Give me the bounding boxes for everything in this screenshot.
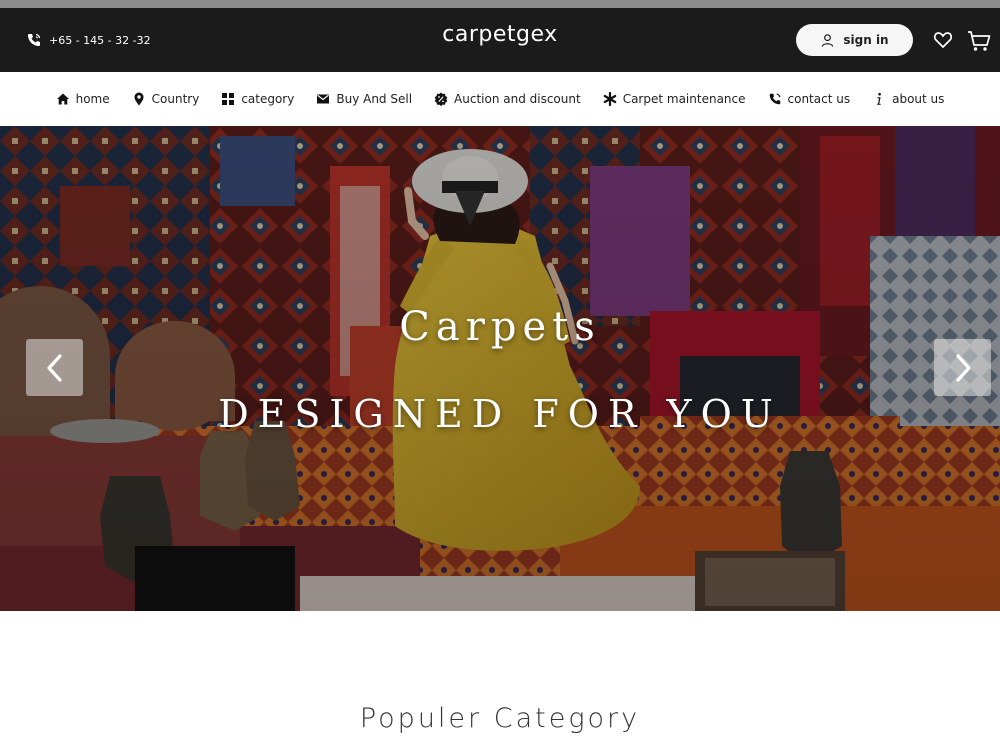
- section-title-popular-category: Populer Category: [359, 703, 641, 734]
- nav-item-contact-us[interactable]: contact us: [768, 92, 851, 106]
- hero-carousel: Carpets DESIGNED FOR YOU: [0, 126, 1000, 611]
- info-icon: [877, 92, 881, 105]
- nav-item-category[interactable]: category: [221, 92, 294, 106]
- nav-label: home: [75, 92, 110, 106]
- chevron-left-icon: [46, 353, 62, 382]
- phone-icon: [769, 93, 780, 105]
- top-header-bar: +65 - 145 - 32 -32 carpetgex sign in: [0, 8, 1000, 72]
- sign-in-label: sign in: [843, 33, 889, 47]
- nav-label: Buy And Sell: [336, 92, 413, 106]
- nav-item-home[interactable]: home: [56, 92, 110, 106]
- nav-label: Country: [151, 92, 200, 106]
- nav-label: category: [241, 92, 295, 106]
- hero-background-image: [0, 126, 1000, 611]
- user-icon: [822, 33, 834, 47]
- main-navigation: home Country category Buy And Sell Aucti…: [0, 72, 1000, 126]
- nav-label: Auction and discount: [454, 92, 581, 106]
- nav-item-auction-and-discount[interactable]: Auction and discount: [434, 92, 581, 106]
- nav-item-country[interactable]: Country: [132, 92, 200, 106]
- home-icon: [56, 93, 69, 105]
- browser-top-strip: [0, 0, 1000, 8]
- carousel-next-button[interactable]: [934, 339, 991, 396]
- nav-label: contact us: [787, 92, 851, 106]
- hero-title-line1: Carpets: [399, 304, 601, 350]
- nav-item-buy-and-sell[interactable]: Buy And Sell: [316, 92, 412, 106]
- location-pin-icon: [134, 92, 144, 106]
- sign-in-button[interactable]: sign in: [796, 24, 913, 56]
- envelope-icon: [317, 94, 330, 104]
- nav-item-carpet-maintenance[interactable]: Carpet maintenance: [603, 92, 746, 106]
- discount-badge-icon: [434, 92, 448, 106]
- heart-icon[interactable]: [933, 30, 953, 50]
- nav-label: Carpet maintenance: [622, 92, 746, 106]
- grid-icon: [222, 93, 235, 105]
- carousel-prev-button[interactable]: [26, 339, 83, 396]
- nav-label: about us: [892, 92, 945, 106]
- chevron-right-icon: [955, 353, 971, 382]
- cart-icon[interactable]: [967, 30, 991, 52]
- nav-item-about-us[interactable]: about us: [872, 92, 944, 106]
- asterisk-icon: [603, 92, 617, 106]
- hero-title-line2: DESIGNED FOR YOU: [218, 392, 782, 436]
